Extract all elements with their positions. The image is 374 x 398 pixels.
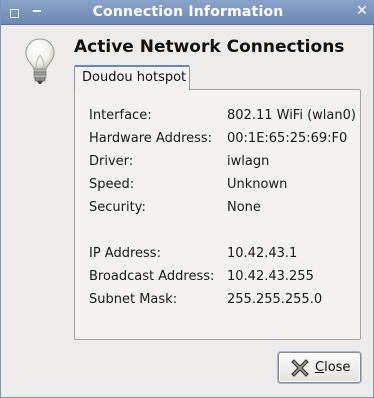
window-title: Connection Information	[92, 4, 284, 20]
page-title: Active Network Connections	[74, 37, 345, 57]
subnet-mask-value: 255.255.255.0	[227, 292, 323, 307]
broadcast-address-value: 10.42.43.255	[227, 269, 314, 284]
connection-details-panel: Interface: 802.11 WiFi (wlan0) Hardware …	[74, 89, 361, 340]
driver-label: Driver:	[89, 154, 134, 169]
window-close-icon[interactable]: ✕	[355, 4, 369, 18]
hardware-address-value: 00:1E:65:25:69:F0	[227, 131, 348, 146]
security-value: None	[227, 200, 261, 215]
close-button-label: Close	[315, 360, 350, 375]
tab-doudou-hotspot[interactable]: Doudou hotspot	[74, 65, 190, 90]
interface-value: 802.11 WiFi (wlan0)	[227, 108, 356, 123]
interface-label: Interface:	[89, 108, 152, 123]
hardware-address-label: Hardware Address:	[89, 131, 213, 146]
close-button[interactable]: Close	[278, 352, 361, 383]
connection-info-dialog: Connection Information ✕ Active Network …	[0, 0, 374, 398]
driver-value: iwlagn	[227, 154, 270, 169]
speed-label: Speed:	[89, 177, 135, 192]
titlebar: Connection Information ✕	[1, 0, 374, 25]
close-icon	[291, 359, 309, 377]
tab-label: Doudou hotspot	[82, 70, 187, 85]
ip-address-label: IP Address:	[89, 246, 161, 261]
subnet-mask-label: Subnet Mask:	[89, 292, 178, 307]
close-label-rest: lose	[324, 360, 351, 375]
ip-address-value: 10.42.43.1	[227, 246, 298, 261]
security-label: Security:	[89, 200, 146, 215]
close-mnemonic: C	[315, 360, 325, 375]
lightbulb-icon	[25, 38, 55, 84]
broadcast-address-label: Broadcast Address:	[89, 269, 215, 284]
speed-value: Unknown	[227, 177, 288, 192]
